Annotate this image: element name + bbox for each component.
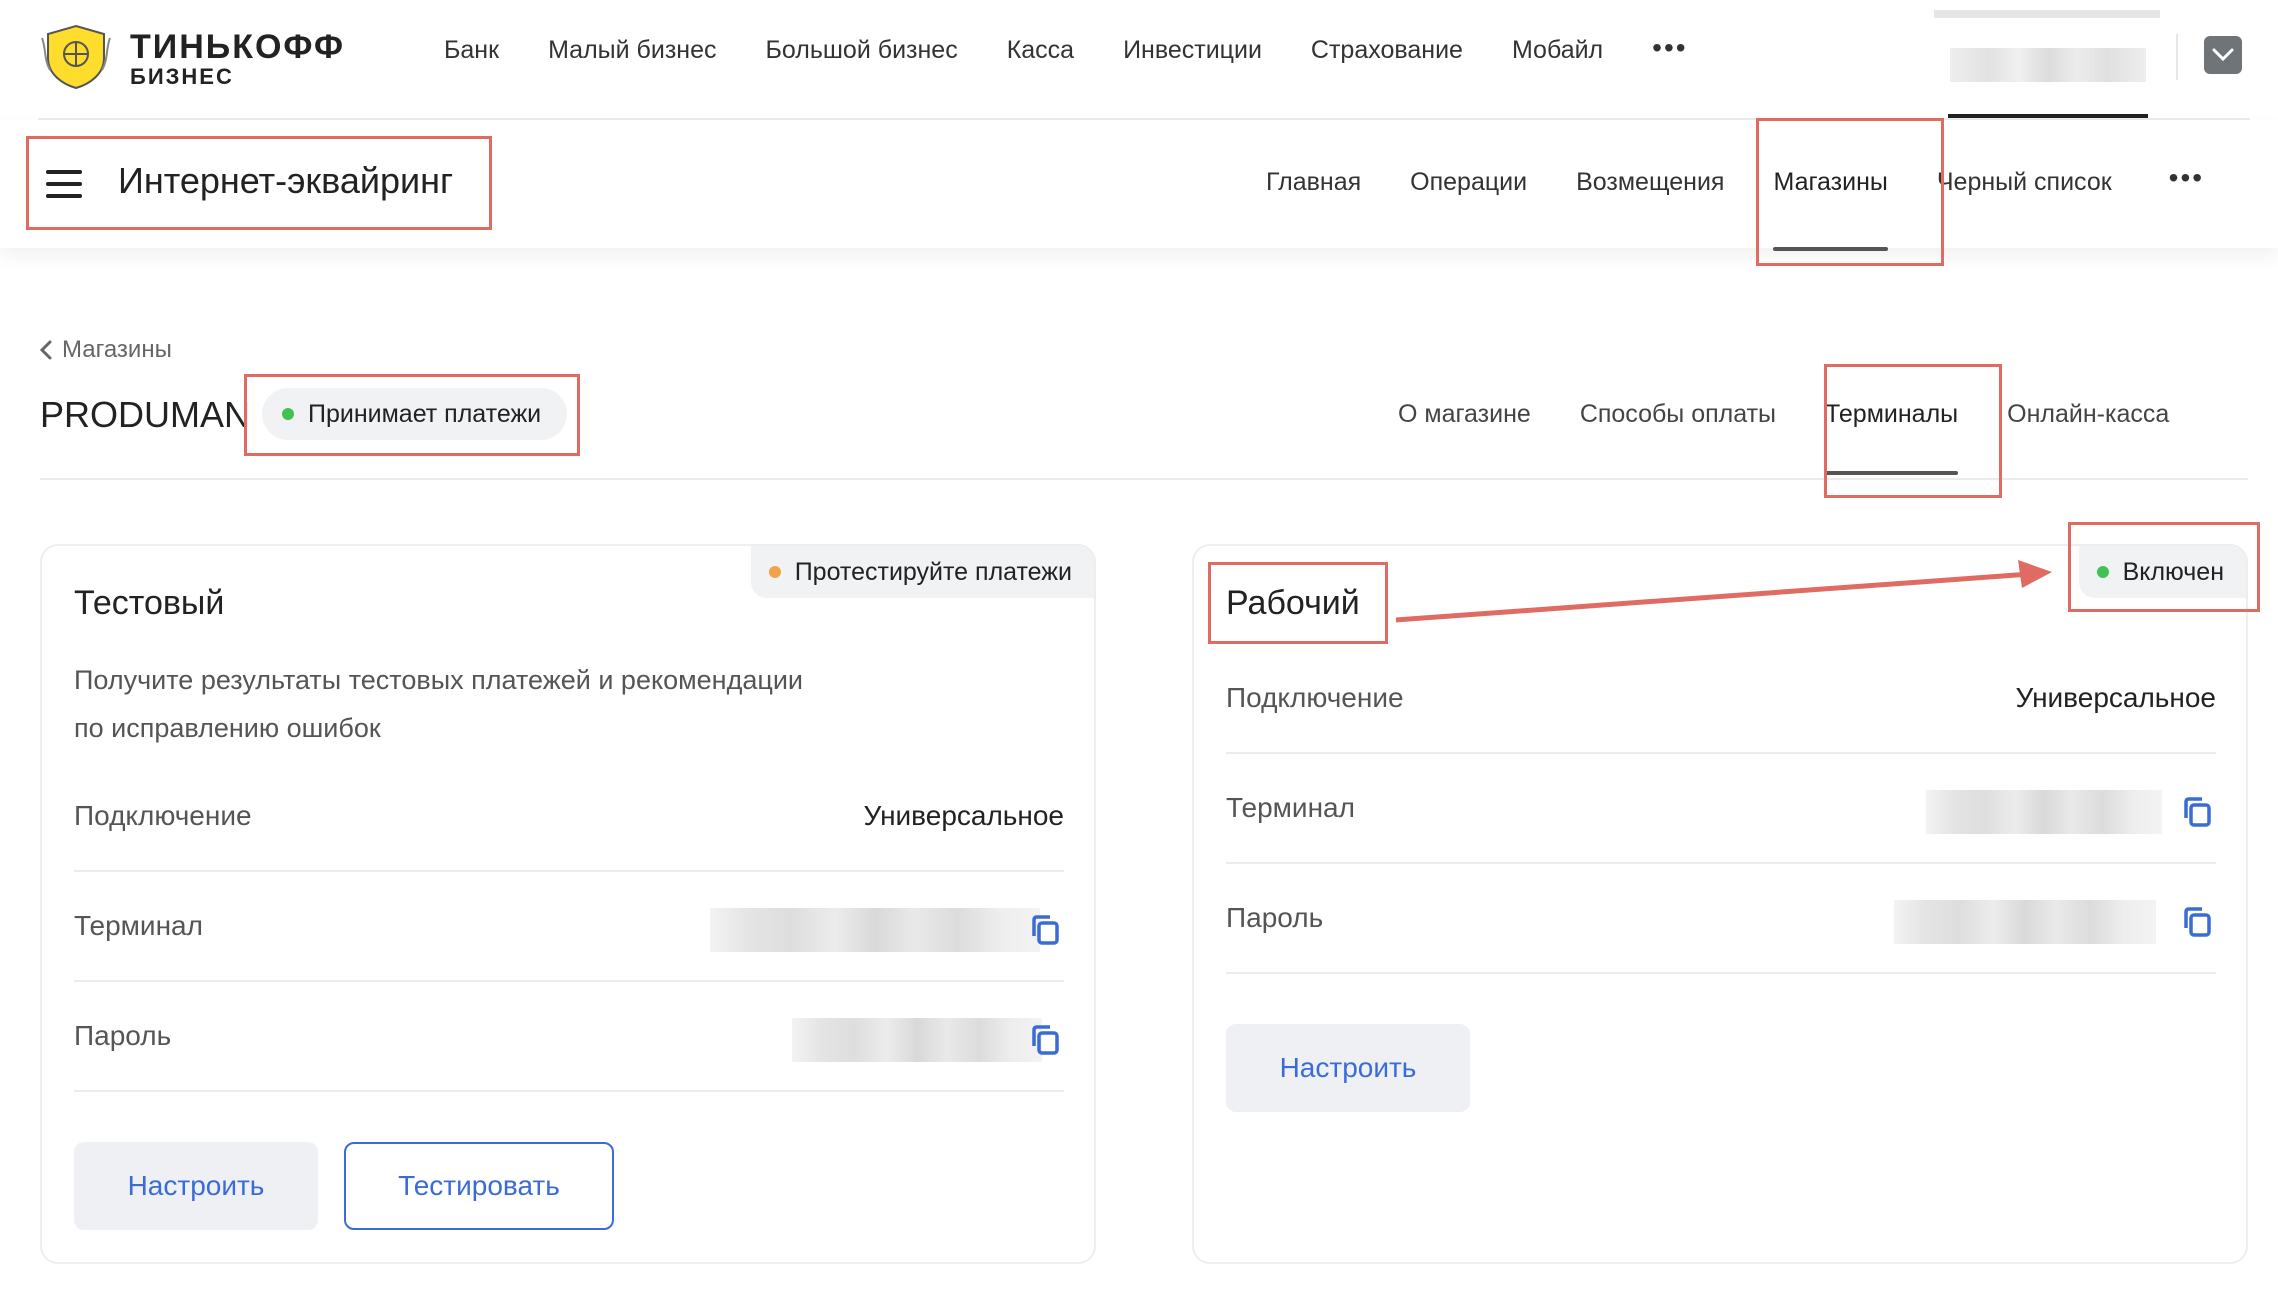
tab-payment-methods[interactable]: Способы оплаты: [1580, 400, 1776, 429]
test-status-text: Протестируйте платежи: [794, 557, 1072, 586]
section-nav: Главная Операции Возмещения Магазины Чер…: [1266, 162, 2204, 251]
tab-about-store[interactable]: О магазине: [1398, 400, 1531, 429]
logo-line1: ТИНЬКОФФ: [130, 28, 345, 66]
tab-blacklist[interactable]: Черный список: [1937, 168, 2112, 197]
section-nav-more-icon[interactable]: •••: [2169, 162, 2204, 197]
copy-icon[interactable]: [1030, 914, 1060, 946]
top-navbar: ТИНЬКОФФ БИЗНЕС Банк Малый бизнес Большо…: [0, 0, 2278, 118]
main-nav: Банк Малый бизнес Большой бизнес Касса И…: [444, 32, 1688, 65]
redacted-password: [1894, 900, 2156, 944]
work-status-badge: Включен: [2078, 546, 2246, 598]
breadcrumb-label: Магазины: [62, 336, 172, 363]
topnav-item-mobile[interactable]: Мобайл: [1512, 36, 1603, 65]
account-menu-button[interactable]: [2204, 36, 2242, 74]
connection-label: Подключение: [1226, 682, 1404, 713]
connection-value: Универсальное: [863, 800, 1064, 831]
chevron-left-icon: [40, 340, 52, 360]
redacted-password: [792, 1018, 1042, 1062]
topnav-item-big-business[interactable]: Большой бизнес: [766, 36, 958, 65]
work-status-text: Включен: [2122, 557, 2224, 586]
password-row: Пароль: [74, 982, 1064, 1092]
redacted-user-name: [1950, 48, 2146, 82]
connection-label: Подключение: [74, 800, 252, 831]
status-dot-icon: [768, 566, 781, 578]
chevron-down-icon: [2212, 48, 2234, 62]
store-status-text: Принимает платежи: [308, 399, 542, 428]
topnav-more-icon[interactable]: •••: [1652, 32, 1687, 65]
section-title: Интернет-эквайринг: [118, 160, 454, 201]
terminal-row: Терминал: [1226, 754, 2216, 864]
redacted-terminal-id: [1926, 790, 2162, 834]
connection-row: Подключение Универсальное: [74, 762, 1064, 872]
password-label: Пароль: [74, 1020, 172, 1051]
status-dot-icon: [2096, 566, 2109, 578]
redacted-terminal-id: [710, 908, 1040, 952]
store-tabs: О магазине Способы оплаты Терминалы Онла…: [1398, 400, 2218, 475]
copy-icon[interactable]: [2182, 796, 2212, 828]
user-account-block[interactable]: [1934, 10, 2160, 118]
connection-row: Подключение Универсальное: [1226, 644, 2216, 754]
redacted-block: [1934, 10, 2160, 18]
topnav-item-insurance[interactable]: Страхование: [1311, 36, 1463, 65]
terminal-label: Терминал: [74, 910, 203, 941]
work-terminal-card: Включен Рабочий Подключение Универсально…: [1192, 544, 2248, 1264]
store-status-badge: Принимает платежи: [262, 388, 568, 440]
test-status-badge: Протестируйте платежи: [750, 546, 1094, 598]
tab-terminals[interactable]: Терминалы: [1825, 400, 1959, 475]
test-terminal-card: Протестируйте платежи Тестовый Получите …: [40, 544, 1096, 1264]
tinkoff-business-logo[interactable]: ТИНЬКОФФ БИЗНЕС: [38, 24, 368, 90]
test-button[interactable]: Тестировать: [344, 1142, 614, 1230]
terminal-row: Терминал: [74, 872, 1064, 982]
card-title: Рабочий: [1226, 584, 1360, 622]
tab-online-kassa[interactable]: Онлайн-касса: [2007, 400, 2169, 429]
card-description: Получите результаты тестовых платежей и …: [74, 665, 803, 743]
hamburger-menu-icon[interactable]: [46, 170, 82, 198]
connection-value: Универсальное: [2015, 682, 2216, 713]
divider: [40, 478, 2248, 480]
password-label: Пароль: [1226, 902, 1324, 933]
breadcrumb[interactable]: Магазины: [40, 336, 172, 364]
divider: [2176, 34, 2178, 80]
section-header: Интернет-эквайринг Главная Операции Возм…: [0, 120, 2278, 251]
configure-button[interactable]: Настроить: [74, 1142, 318, 1230]
tab-operations[interactable]: Операции: [1410, 168, 1527, 197]
copy-icon[interactable]: [2182, 906, 2212, 938]
terminal-label: Терминал: [1226, 792, 1355, 823]
logo-line2: БИЗНЕС: [130, 64, 234, 89]
status-dot-icon: [282, 408, 294, 420]
tab-refunds[interactable]: Возмещения: [1576, 168, 1724, 197]
copy-icon[interactable]: [1030, 1024, 1060, 1056]
store-name: PRODUMAN: [40, 394, 251, 435]
password-row: Пароль: [1226, 864, 2216, 974]
topnav-item-small-business[interactable]: Малый бизнес: [548, 36, 716, 65]
tab-main[interactable]: Главная: [1266, 168, 1361, 197]
topnav-item-kassa[interactable]: Касса: [1007, 36, 1074, 65]
topnav-item-bank[interactable]: Банк: [444, 36, 499, 65]
tab-shops[interactable]: Магазины: [1773, 168, 1889, 251]
configure-button[interactable]: Настроить: [1226, 1024, 1470, 1112]
topnav-item-investments[interactable]: Инвестиции: [1123, 36, 1262, 65]
card-title: Тестовый: [74, 584, 225, 622]
tinkoff-emblem-icon: [41, 24, 111, 90]
